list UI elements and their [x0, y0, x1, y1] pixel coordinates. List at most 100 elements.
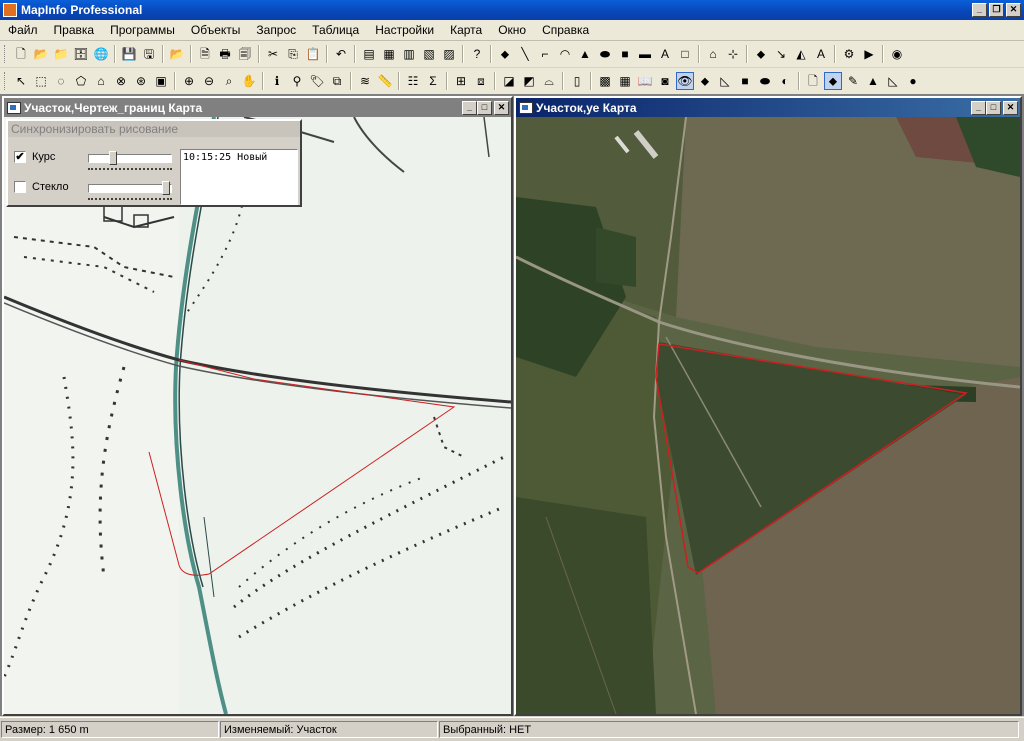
polyline-draw-icon[interactable]: ◺: [716, 72, 734, 90]
glass-slider-thumb[interactable]: [162, 181, 170, 195]
scanned-plan-map[interactable]: Синхронизировать рисование ✔ Курс Стекло: [4, 117, 511, 714]
symbol-icon[interactable]: ⬥: [496, 45, 514, 63]
open-workspace-icon[interactable]: 📁: [52, 45, 70, 63]
left-map-window[interactable]: Участок,Чертеж_границ Карта _ □ ✕ Синхро…: [2, 96, 513, 716]
help-icon[interactable]: ?: [468, 45, 486, 63]
layer-control-icon[interactable]: ≋: [356, 72, 374, 90]
scale-bar-icon[interactable]: ▯: [568, 72, 586, 90]
menu-edit[interactable]: Правка: [46, 23, 103, 37]
left-close-button[interactable]: ✕: [494, 100, 509, 115]
text-style-icon[interactable]: A: [812, 45, 830, 63]
left-window-title-bar[interactable]: Участок,Чертеж_границ Карта _ □ ✕: [4, 98, 511, 117]
toolbar-grip[interactable]: [4, 72, 8, 90]
rect-draw-icon[interactable]: ■: [736, 72, 754, 90]
course-slider-thumb[interactable]: [109, 151, 117, 165]
polygon-select-icon[interactable]: ⬠: [72, 72, 90, 90]
restore-button[interactable]: ❐: [989, 3, 1004, 17]
export-pdf-icon[interactable]: 🗐: [236, 45, 254, 63]
add-node-icon[interactable]: ⊹: [724, 45, 742, 63]
map-icon-a[interactable]: ◪: [500, 72, 518, 90]
line-icon[interactable]: ╲: [516, 45, 534, 63]
save-icon[interactable]: 💾: [120, 45, 138, 63]
new-redistrict-icon[interactable]: ▨: [440, 45, 458, 63]
menu-table[interactable]: Таблица: [304, 23, 367, 37]
label-icon[interactable]: 🏷: [308, 72, 326, 90]
new-layout-icon[interactable]: ▧: [420, 45, 438, 63]
change-view-icon[interactable]: ⌕: [220, 72, 238, 90]
menu-map[interactable]: Карта: [442, 23, 490, 37]
map-icon-c[interactable]: ⌓: [540, 72, 558, 90]
hotlink-icon[interactable]: ⚲: [288, 72, 306, 90]
ellipse-icon[interactable]: ⬬: [596, 45, 614, 63]
sync-point-icon[interactable]: ⬥: [824, 72, 842, 90]
book-icon[interactable]: 📖: [636, 72, 654, 90]
clip-region-icon[interactable]: ⧈: [472, 72, 490, 90]
left-maximize-button[interactable]: □: [477, 100, 492, 115]
copy-icon[interactable]: ⎘: [284, 45, 302, 63]
new-icon[interactable]: 🗋: [12, 45, 30, 63]
eye-icon[interactable]: 👁: [676, 72, 694, 90]
course-checkbox[interactable]: ✔: [14, 151, 26, 163]
open-icon[interactable]: 📂: [32, 45, 50, 63]
marquee-select-icon[interactable]: ⬚: [32, 72, 50, 90]
right-minimize-button[interactable]: _: [971, 100, 986, 115]
stop-icon[interactable]: ●: [904, 72, 922, 90]
satellite-map[interactable]: [516, 117, 1020, 714]
page-icon[interactable]: 🗋: [804, 72, 822, 90]
left-minimize-button[interactable]: _: [462, 100, 477, 115]
menu-options[interactable]: Настройки: [367, 23, 442, 37]
right-map-window[interactable]: Участок,уе Карта _ □ ✕: [514, 96, 1022, 716]
menu-file[interactable]: Файл: [0, 23, 46, 37]
tool-manager-icon[interactable]: ⚙: [840, 45, 858, 63]
region-draw-icon[interactable]: ▲: [864, 72, 882, 90]
reshape-icon[interactable]: ⌂: [704, 45, 722, 63]
symbol-style-icon[interactable]: ⬥: [752, 45, 770, 63]
glass-checkbox[interactable]: [14, 181, 26, 193]
undo-icon[interactable]: ↶: [332, 45, 350, 63]
toolbar-grip[interactable]: [4, 45, 8, 63]
new-browser-icon[interactable]: ▤: [360, 45, 378, 63]
graph-select-icon[interactable]: ▣: [152, 72, 170, 90]
line-style-icon[interactable]: ↘: [772, 45, 790, 63]
paste-icon[interactable]: 📋: [304, 45, 322, 63]
pencil-icon[interactable]: ✎: [844, 72, 862, 90]
save-workspace-icon[interactable]: 🖫: [140, 45, 158, 63]
close-button[interactable]: ✕: [1006, 3, 1021, 17]
point-icon[interactable]: ⬥: [696, 72, 714, 90]
cut-icon[interactable]: ✂: [264, 45, 282, 63]
drag-window-icon[interactable]: ⧉: [328, 72, 346, 90]
right-maximize-button[interactable]: □: [986, 100, 1001, 115]
line-draw-icon[interactable]: ◺: [884, 72, 902, 90]
right-close-button[interactable]: ✕: [1003, 100, 1018, 115]
course-slider[interactable]: [88, 151, 172, 170]
open-web-icon[interactable]: 🌐: [92, 45, 110, 63]
status-editable-layer[interactable]: Изменяемый: Участок: [220, 721, 438, 738]
ruler-icon[interactable]: 📏: [376, 72, 394, 90]
mapinfo-app-icon[interactable]: [3, 3, 17, 17]
rectangle-icon[interactable]: ■: [616, 45, 634, 63]
polyline-icon[interactable]: ⌐: [536, 45, 554, 63]
query-icon[interactable]: ◐: [776, 72, 794, 90]
pan-icon[interactable]: ✋: [240, 72, 258, 90]
new-mapper-icon[interactable]: ▦: [380, 45, 398, 63]
frame-icon[interactable]: □: [676, 45, 694, 63]
map-icon-b[interactable]: ◩: [520, 72, 538, 90]
run-program-icon[interactable]: ▶: [860, 45, 878, 63]
mapbasic-icon[interactable]: ◉: [888, 45, 906, 63]
show-statistics-icon[interactable]: Σ: [424, 72, 442, 90]
region-style-icon[interactable]: ◭: [792, 45, 810, 63]
text-icon[interactable]: A: [656, 45, 674, 63]
zoom-in-icon[interactable]: ⊕: [180, 72, 198, 90]
new-grapher-icon[interactable]: ▥: [400, 45, 418, 63]
set-target-icon[interactable]: ⊞: [452, 72, 470, 90]
invert-selection-icon[interactable]: ⊛: [132, 72, 150, 90]
open-universal-icon[interactable]: 📂: [168, 45, 186, 63]
rounded-rect-icon[interactable]: ▬: [636, 45, 654, 63]
arc-icon[interactable]: ◠: [556, 45, 574, 63]
boundary-select-icon[interactable]: ⌂: [92, 72, 110, 90]
info-icon[interactable]: ℹ: [268, 72, 286, 90]
ellipse-draw-icon[interactable]: ⬬: [756, 72, 774, 90]
glass-slider[interactable]: [88, 181, 172, 200]
show-legend-icon[interactable]: ☷: [404, 72, 422, 90]
menu-tools[interactable]: Программы: [102, 23, 183, 37]
